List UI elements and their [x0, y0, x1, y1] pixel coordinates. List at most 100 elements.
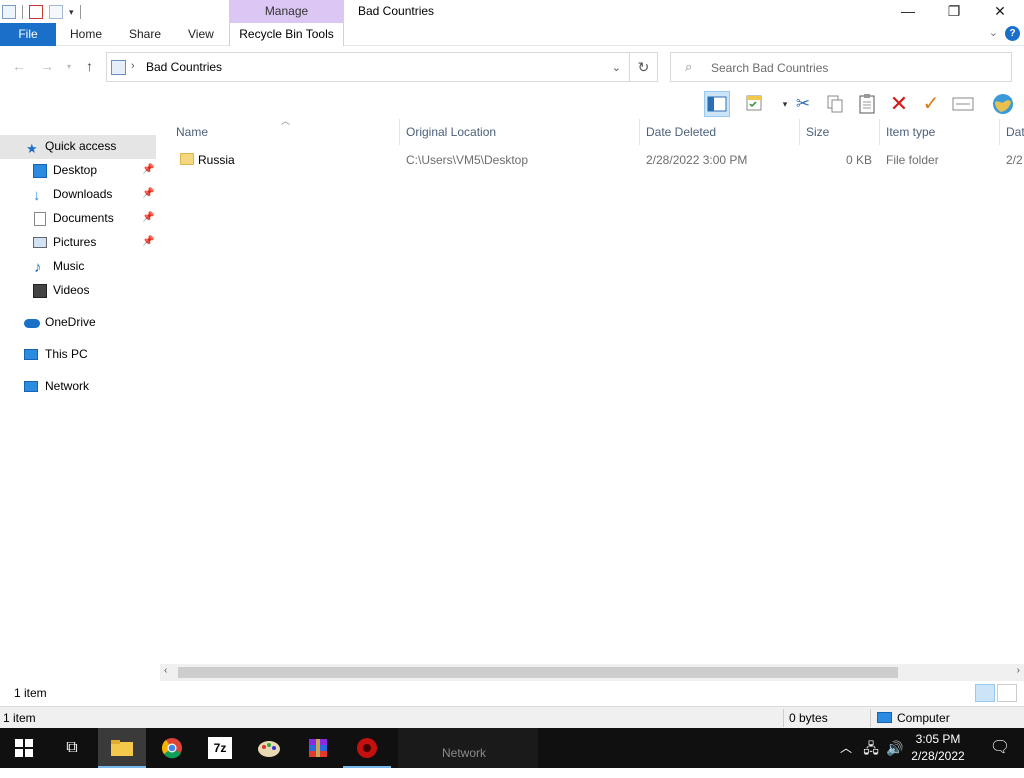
- recycle-bin-icon[interactable]: [2, 5, 16, 19]
- column-header-size[interactable]: Size: [800, 119, 880, 145]
- title-bar: ▾ Manage Bad Countries — ❐ ✕: [0, 0, 1024, 23]
- clock-date: 2/28/2022: [911, 749, 965, 763]
- nav-onedrive[interactable]: OneDrive: [0, 311, 157, 335]
- nav-documents[interactable]: Documents 📌: [0, 207, 157, 231]
- scroll-right-icon[interactable]: ›: [1017, 665, 1020, 676]
- winrar-icon[interactable]: [294, 728, 342, 768]
- large-icons-view-icon[interactable]: [997, 684, 1017, 702]
- cut-icon[interactable]: ✂: [790, 91, 816, 117]
- breadcrumb-separator[interactable]: ›: [131, 60, 135, 72]
- scrollbar-thumb[interactable]: [178, 667, 898, 678]
- taskbar: ⧉ 7z Network ︿ 🖧 🔊 3:05 PM 2/28/2022 🗨: [0, 728, 1024, 768]
- up-arrow-icon[interactable]: ↑: [86, 58, 93, 74]
- tab-home[interactable]: Home: [70, 23, 102, 46]
- outer-item-count: 1 item: [3, 711, 36, 725]
- recycle-bin-icon: [111, 60, 126, 75]
- paint-icon[interactable]: [245, 728, 293, 768]
- nav-this-pc[interactable]: This PC: [0, 343, 157, 367]
- restore-button[interactable]: ❐: [931, 0, 977, 23]
- search-box[interactable]: ⌕ Search Bad Countries: [670, 52, 1012, 82]
- nav-downloads[interactable]: ↓ Downloads 📌: [0, 183, 157, 207]
- command-toolbar: ▾ ✂ ✕ ✓: [700, 89, 1024, 119]
- nav-quick-access[interactable]: ★ Quick access: [0, 135, 156, 159]
- forward-arrow-icon[interactable]: →: [40, 58, 54, 74]
- status-separator: [870, 709, 871, 727]
- cell-name[interactable]: Russia: [198, 149, 235, 171]
- back-arrow-icon[interactable]: ←: [12, 58, 26, 74]
- tab-recycle-bin-tools[interactable]: Recycle Bin Tools: [229, 23, 344, 46]
- copy-icon[interactable]: [822, 91, 848, 117]
- pin-icon[interactable]: 📌: [142, 183, 154, 205]
- window-title: Bad Countries: [358, 4, 435, 18]
- column-header-name[interactable]: Name: [170, 119, 400, 145]
- notifications-icon[interactable]: 🗨: [976, 728, 1024, 768]
- expand-ribbon-icon[interactable]: ⌄: [989, 26, 998, 39]
- search-input[interactable]: Search Bad Countries: [711, 61, 828, 75]
- nav-label: Desktop: [53, 163, 98, 177]
- task-view-icon[interactable]: ⧉: [48, 728, 96, 768]
- tab-view[interactable]: View: [188, 23, 214, 46]
- network-taskbar-window[interactable]: Network: [398, 728, 538, 768]
- paste-icon[interactable]: [854, 91, 880, 117]
- tab-share[interactable]: Share: [129, 23, 161, 46]
- details-view-icon[interactable]: [975, 684, 995, 702]
- refresh-icon[interactable]: ↻: [630, 52, 658, 82]
- network-tray-icon[interactable]: 🖧: [858, 728, 884, 768]
- nav-videos[interactable]: Videos: [0, 279, 157, 303]
- close-button[interactable]: ✕: [977, 0, 1023, 23]
- properties-icon[interactable]: [742, 91, 768, 117]
- nav-label: Music: [53, 259, 85, 273]
- rename-checkmark-icon[interactable]: ✓: [918, 91, 944, 117]
- address-dropdown-icon[interactable]: ⌄: [612, 61, 621, 74]
- star-icon: ★: [26, 141, 38, 156]
- column-header-date-deleted[interactable]: Date Deleted: [640, 119, 800, 145]
- nav-pictures[interactable]: Pictures 📌: [0, 231, 157, 255]
- start-button[interactable]: [0, 728, 48, 768]
- properties-icon[interactable]: [29, 5, 43, 19]
- clock[interactable]: 3:05 PM 2/28/2022: [904, 731, 972, 765]
- cell-size: 0 KB: [845, 153, 872, 167]
- cell-original-location: C:\Users\VM5\Desktop: [406, 153, 529, 167]
- chrome-icon[interactable]: [148, 728, 196, 768]
- column-header-date[interactable]: Dat: [1000, 119, 1024, 145]
- rename-icon[interactable]: [950, 91, 976, 117]
- help-icon[interactable]: ?: [1005, 26, 1020, 41]
- new-folder-icon[interactable]: [49, 5, 63, 19]
- breadcrumb-current[interactable]: Bad Countries: [146, 60, 222, 74]
- preview-pane-icon[interactable]: [704, 91, 730, 117]
- film-icon: [33, 284, 47, 298]
- table-row[interactable]: Russia C:\Users\VM5\Desktop 2/28/2022 3:…: [170, 149, 1024, 171]
- nav-music[interactable]: ♪ Music: [0, 255, 157, 279]
- 7zip-icon[interactable]: 7z: [196, 728, 244, 768]
- column-header-original-location[interactable]: Original Location: [400, 119, 640, 145]
- column-header-item-type[interactable]: Item type: [880, 119, 1000, 145]
- music-note-icon: ♪: [34, 259, 42, 276]
- computer-icon: [877, 712, 892, 723]
- nav-network[interactable]: Network: [0, 375, 157, 399]
- globe-icon[interactable]: [990, 91, 1016, 117]
- recent-locations-icon[interactable]: ▾: [67, 62, 71, 71]
- pin-icon[interactable]: 📌: [142, 207, 154, 229]
- delete-icon[interactable]: ✕: [886, 91, 912, 117]
- scroll-left-icon[interactable]: ‹: [164, 665, 167, 676]
- clock-time: 3:05 PM: [915, 732, 961, 746]
- nav-label: Pictures: [53, 235, 97, 249]
- nav-label: Quick access: [45, 139, 117, 153]
- show-hidden-icons-icon[interactable]: ︿: [834, 728, 858, 768]
- app-icon[interactable]: [343, 728, 391, 768]
- minimize-button[interactable]: —: [885, 0, 931, 23]
- navigation-pane: ★ Quick access Desktop 📌 ↓ Downloads 📌 D…: [0, 119, 157, 664]
- tab-file[interactable]: File: [0, 23, 56, 46]
- horizontal-scrollbar[interactable]: ‹ ›: [160, 664, 1024, 681]
- address-bar[interactable]: › Bad Countries ⌄: [106, 52, 630, 82]
- customize-qat-icon[interactable]: ▾: [69, 7, 74, 18]
- quick-access-toolbar: ▾: [2, 3, 81, 21]
- file-explorer-taskbar-icon[interactable]: [98, 728, 146, 768]
- folder-status-bar: 1 item: [0, 681, 1024, 705]
- window-status-bar: 1 item 0 bytes Computer: [0, 706, 1024, 728]
- manage-context-tab[interactable]: Manage: [229, 0, 344, 23]
- pin-icon[interactable]: 📌: [142, 159, 154, 181]
- pin-icon[interactable]: 📌: [142, 231, 154, 253]
- nav-desktop[interactable]: Desktop 📌: [0, 159, 157, 183]
- qat-separator: [79, 5, 81, 19]
